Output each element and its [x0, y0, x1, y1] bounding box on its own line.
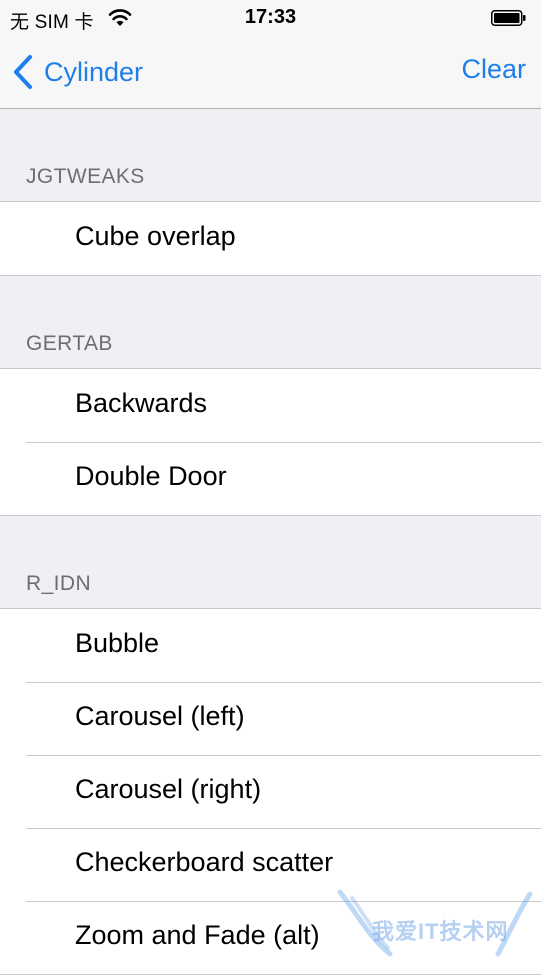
- list-item-label: Carousel (left): [75, 701, 245, 731]
- list-item-carousel-right[interactable]: Carousel (right): [0, 755, 541, 828]
- status-bar: 无 SIM 卡 17:33: [0, 0, 541, 36]
- section-group: Cube overlap: [0, 201, 541, 276]
- list-item-label: Double Door: [75, 461, 227, 491]
- list-item-backwards[interactable]: Backwards: [0, 369, 541, 442]
- list-item-label: Zoom and Fade (alt): [75, 920, 320, 950]
- list-item-carousel-left[interactable]: Carousel (left): [0, 682, 541, 755]
- clear-button[interactable]: Clear: [461, 54, 526, 85]
- list-item-bubble[interactable]: Bubble: [0, 609, 541, 682]
- section-header-label: GERTAB: [26, 332, 113, 355]
- section-header: JGTWEAKS: [0, 109, 541, 201]
- battery-icon: [491, 10, 526, 26]
- settings-list: JGTWEAKS Cube overlap GERTAB Backwards D…: [0, 109, 541, 975]
- list-item-cube-overlap[interactable]: Cube overlap: [0, 202, 541, 275]
- watermark-text: 我爱IT技术网: [372, 919, 509, 944]
- list-item-label: Bubble: [75, 628, 160, 658]
- chevron-left-icon: [14, 55, 32, 89]
- list-item-label: Carousel (right): [75, 774, 262, 804]
- navigation-bar: Cylinder Clear: [0, 36, 541, 109]
- section-header: R_IDN: [0, 516, 541, 608]
- section-header-label: JGTWEAKS: [26, 165, 145, 188]
- list-item-label: Cube overlap: [75, 221, 236, 251]
- list-item-label: Backwards: [75, 388, 208, 418]
- list-item-label: Checkerboard scatter: [75, 847, 334, 877]
- section-header-label: R_IDN: [26, 572, 92, 595]
- list-item-double-door[interactable]: Double Door: [0, 442, 541, 515]
- back-button[interactable]: Cylinder: [12, 52, 143, 92]
- section-group: Backwards Double Door: [0, 368, 541, 516]
- status-time: 17:33: [244, 6, 297, 28]
- section-header: GERTAB: [0, 276, 541, 368]
- back-label: Cylinder: [44, 56, 144, 87]
